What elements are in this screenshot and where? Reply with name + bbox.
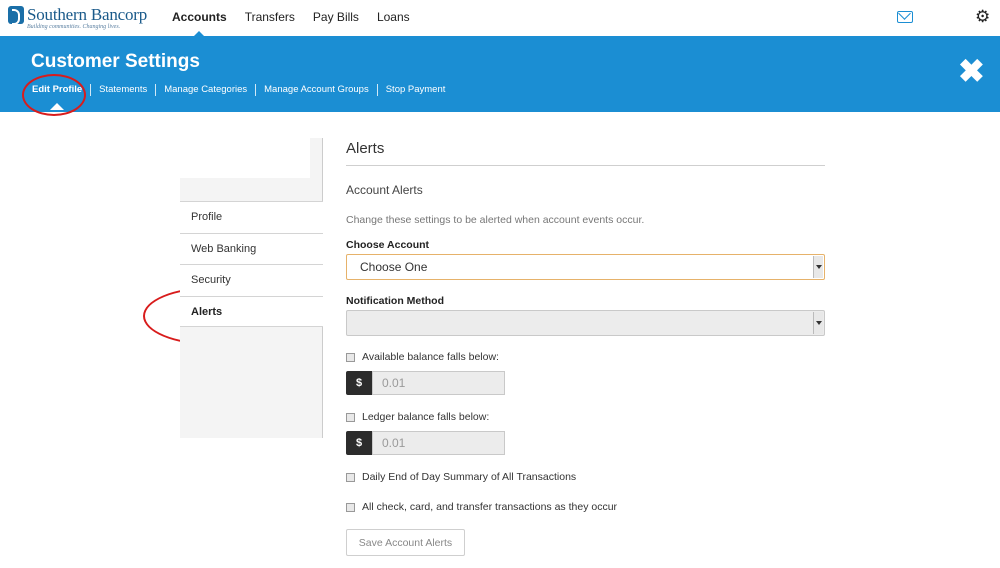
sidebar-item-web-banking[interactable]: Web Banking xyxy=(180,232,323,264)
close-icon[interactable]: ✖ xyxy=(958,55,985,87)
settings-sidebar: Profile Web Banking Security Alerts xyxy=(180,138,323,438)
daily-summary-checkbox[interactable] xyxy=(346,472,355,482)
sidebar-list: Profile Web Banking Security Alerts xyxy=(180,201,323,327)
choose-account-label: Choose Account xyxy=(346,239,430,251)
alerts-form: Alerts Account Alerts Change these setti… xyxy=(346,140,825,556)
ledger-balance-label: Ledger balance falls below: xyxy=(362,411,490,423)
settings-subnav: Edit Profile Statements Manage Categorie… xyxy=(24,84,454,110)
page-title: Customer Settings xyxy=(31,51,200,72)
sidebar-item-security[interactable]: Security xyxy=(180,264,323,296)
ledger-balance-checkbox[interactable] xyxy=(346,412,355,422)
all-transactions-label: All check, card, and transfer transactio… xyxy=(362,501,618,513)
tab-statements[interactable]: Statements xyxy=(90,84,155,96)
gear-icon[interactable]: ⚙ xyxy=(975,8,990,26)
subsection-heading: Account Alerts xyxy=(346,183,423,197)
ledger-balance-amount: $ xyxy=(346,431,825,455)
nav-transfers[interactable]: Transfers xyxy=(245,0,295,36)
main-nav: Accounts Transfers Pay Bills Loans xyxy=(172,0,428,37)
notification-method-label: Notification Method xyxy=(346,295,444,307)
chevron-down-icon xyxy=(813,312,823,334)
ledger-balance-input[interactable] xyxy=(372,431,505,455)
all-transactions-option[interactable]: All check, card, and transfer transactio… xyxy=(346,501,825,513)
chevron-down-icon xyxy=(813,256,823,278)
available-balance-option[interactable]: Available balance falls below: xyxy=(346,351,825,363)
daily-summary-label: Daily End of Day Summary of All Transact… xyxy=(362,471,577,483)
mail-icon[interactable] xyxy=(897,11,913,23)
tab-manage-account-groups[interactable]: Manage Account Groups xyxy=(255,84,377,96)
save-account-alerts-button[interactable]: Save Account Alerts xyxy=(346,529,465,556)
nav-accounts[interactable]: Accounts xyxy=(172,0,227,37)
notification-method-select[interactable] xyxy=(346,310,825,336)
brand-logo[interactable]: Southern Bancorp Building communities. C… xyxy=(8,6,147,30)
brand-tagline: Building communities. Changing lives. xyxy=(27,24,121,30)
currency-addon: $ xyxy=(346,371,372,395)
nav-loans[interactable]: Loans xyxy=(377,0,410,36)
daily-summary-option[interactable]: Daily End of Day Summary of All Transact… xyxy=(346,471,825,483)
sidebar-header-blank xyxy=(180,138,310,178)
tab-manage-categories[interactable]: Manage Categories xyxy=(155,84,255,96)
choose-account-value: Choose One xyxy=(360,260,428,274)
brand-name: Southern Bancorp xyxy=(27,5,148,24)
available-balance-label: Available balance falls below: xyxy=(362,351,499,363)
top-bar: Southern Bancorp Building communities. C… xyxy=(0,0,1000,37)
settings-banner: Customer Settings Edit Profile Statement… xyxy=(0,36,1000,112)
available-balance-input[interactable] xyxy=(372,371,505,395)
section-heading: Alerts xyxy=(346,140,825,166)
choose-account-select[interactable]: Choose One xyxy=(346,254,825,280)
currency-addon: $ xyxy=(346,431,372,455)
available-balance-checkbox[interactable] xyxy=(346,352,355,362)
logo-mark-icon xyxy=(8,6,24,25)
sidebar-item-profile[interactable]: Profile xyxy=(180,201,323,233)
nav-pay-bills[interactable]: Pay Bills xyxy=(313,0,359,36)
ledger-balance-option[interactable]: Ledger balance falls below: xyxy=(346,411,825,423)
help-text: Change these settings to be alerted when… xyxy=(346,214,645,226)
tab-stop-payment[interactable]: Stop Payment xyxy=(376,84,454,96)
tab-edit-profile[interactable]: Edit Profile xyxy=(24,84,90,110)
sidebar-item-alerts[interactable]: Alerts xyxy=(180,295,323,327)
available-balance-amount: $ xyxy=(346,371,825,395)
all-transactions-checkbox[interactable] xyxy=(346,502,355,512)
